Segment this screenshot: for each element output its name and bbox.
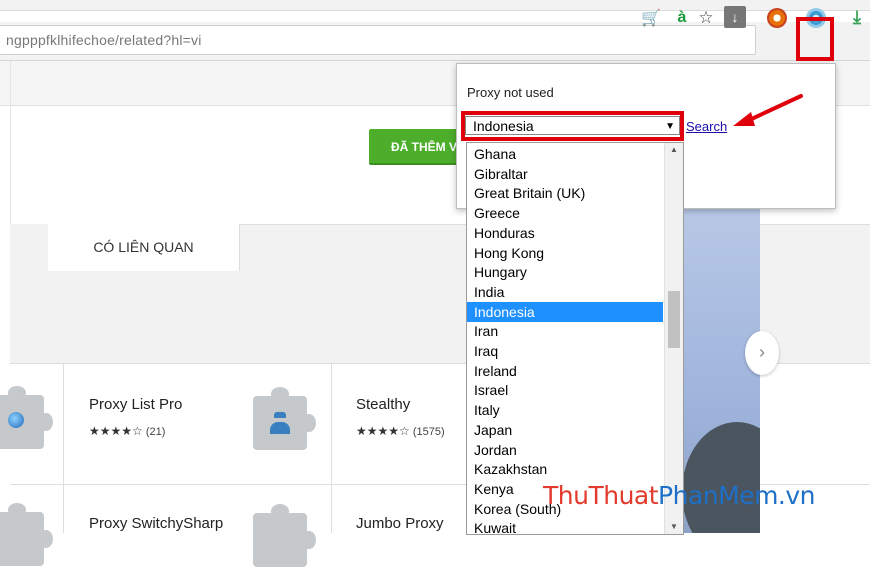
- watermark-part1: ThuThuat: [543, 481, 659, 510]
- extension-title[interactable]: Proxy SwitchySharp: [89, 515, 223, 532]
- rating-stars: ★★★★☆: [356, 424, 410, 438]
- proxy-status: Proxy not used: [467, 85, 554, 100]
- dropdown-option[interactable]: Indonesia: [467, 301, 663, 322]
- cart-icon[interactable]: 🛒: [641, 9, 661, 27]
- url-text[interactable]: ngpppfklhifechoe/related?hl=vi: [6, 32, 202, 48]
- extension-title[interactable]: Proxy List Pro: [89, 396, 182, 413]
- scrollbar-thumb[interactable]: [668, 291, 680, 348]
- dropdown-scrollbar[interactable]: ▲ ▼: [664, 143, 683, 534]
- dropdown-option[interactable]: Hungary: [467, 262, 663, 282]
- puzzle-icon[interactable]: [253, 504, 316, 567]
- extension-title[interactable]: Stealthy: [356, 396, 410, 413]
- rating-stars: ★★★★☆: [89, 424, 143, 438]
- tab-previous[interactable]: [10, 224, 49, 270]
- country-dropdown-list[interactable]: Ghana Gibraltar Great Britain (UK) Greece Ho…: [466, 142, 684, 535]
- dropdown-option[interactable]: Jordan: [467, 440, 663, 460]
- dropdown-option[interactable]: India: [467, 282, 663, 302]
- dropdown-option[interactable]: Ghana: [467, 144, 663, 164]
- grid-divider: [63, 363, 64, 533]
- accent-a-icon[interactable]: à: [673, 9, 691, 27]
- rating-count: (1575): [412, 426, 445, 438]
- dropdown-option[interactable]: Hong Kong: [467, 243, 663, 263]
- dropdown-option[interactable]: Iran: [467, 321, 663, 341]
- chrome-store-icon[interactable]: [767, 8, 787, 28]
- download-arrow-icon[interactable]: ⤓: [848, 7, 866, 27]
- watermark: ThuThuatPhanMem.vn: [543, 481, 816, 510]
- red-arrow-annotation: [733, 94, 803, 126]
- search-link[interactable]: Search: [686, 119, 727, 134]
- omnibox[interactable]: ngpppfklhifechoe/related?hl=vi: [0, 25, 756, 55]
- globe-icon: [8, 412, 24, 428]
- dropdown-option[interactable]: Israel: [467, 380, 663, 400]
- extension-rating: ★★★★☆ (21): [89, 424, 165, 438]
- scroll-up-icon[interactable]: ▲: [665, 143, 683, 157]
- puzzle-icon[interactable]: [0, 503, 53, 566]
- dropdown-option[interactable]: Kazakhstan: [467, 459, 663, 479]
- star-icon[interactable]: ☆: [697, 8, 715, 27]
- dropdown-option[interactable]: Honduras: [467, 223, 663, 243]
- dropdown-option[interactable]: Iraq: [467, 341, 663, 361]
- extension-title[interactable]: Jumbo Proxy: [356, 515, 444, 532]
- rating-count: (21): [145, 426, 166, 438]
- dropdown-option[interactable]: Ireland: [467, 361, 663, 381]
- download-box-icon[interactable]: ↓: [724, 6, 746, 28]
- carousel-next-button[interactable]: ›: [745, 331, 779, 375]
- dropdown-option[interactable]: Greece: [467, 203, 663, 223]
- extension-highlight-box: [796, 17, 834, 61]
- stealth-person-icon: [270, 412, 290, 434]
- select-highlight-box: [461, 111, 684, 141]
- dropdown-option[interactable]: Italy: [467, 400, 663, 420]
- watermark-part2: PhanMem.vn: [658, 481, 816, 510]
- tab-related[interactable]: CÓ LIÊN QUAN: [48, 224, 240, 271]
- dropdown-option[interactable]: Great Britain (UK): [467, 183, 663, 203]
- extension-rating: ★★★★☆ (1575): [356, 424, 445, 438]
- scroll-down-icon[interactable]: ▼: [665, 520, 683, 534]
- dropdown-option[interactable]: Japan: [467, 420, 663, 440]
- puzzle-icon[interactable]: [253, 387, 316, 450]
- dropdown-option[interactable]: Gibraltar: [467, 164, 663, 184]
- grid-divider: [331, 363, 332, 533]
- dropdown-option[interactable]: Kuwait: [467, 518, 663, 534]
